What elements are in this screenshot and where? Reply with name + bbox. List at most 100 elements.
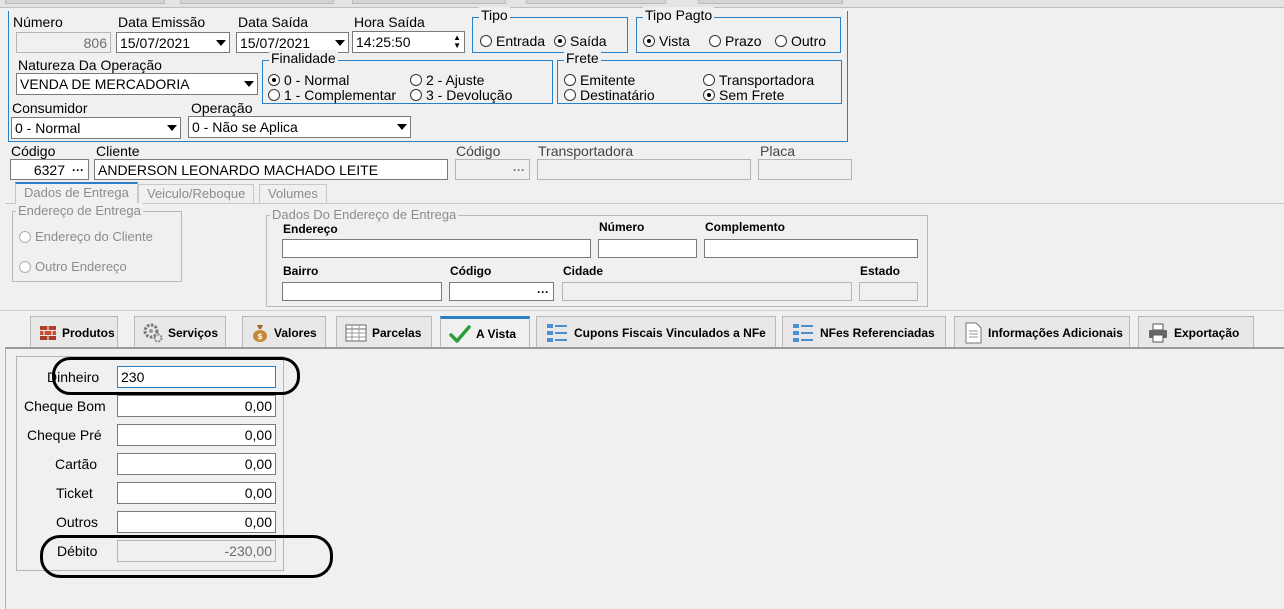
tipo-pagto-title: Tipo Pagto <box>643 7 715 23</box>
chevron-down-icon[interactable] <box>212 33 229 52</box>
endereco-field[interactable] <box>282 239 591 258</box>
tipo-saida-label: Saída <box>570 33 607 49</box>
gears-icon <box>143 323 163 342</box>
outro-endereco-label: Outro Endereço <box>35 259 127 274</box>
grid-icon <box>345 324 367 341</box>
tab-veiculo-reboque[interactable]: Veiculo/Reboque <box>138 184 255 203</box>
cliente-field[interactable]: ANDERSON LEONARDO MACHADO LEITE <box>94 159 448 180</box>
finalidade-ajuste-radio[interactable]: 2 - Ajuste <box>410 72 484 88</box>
numero-endereco-field[interactable] <box>598 239 697 258</box>
natureza-select[interactable]: VENDA DE MERCADORIA <box>16 73 258 95</box>
cliente-label: Cliente <box>96 143 140 159</box>
codigo-cidade-field[interactable]: ··· <box>449 282 554 301</box>
tab-nfes-referenciadas[interactable]: NFes Referenciadas <box>782 316 946 348</box>
numero-field: 806 <box>16 32 111 53</box>
annotation-oval-debito <box>40 535 333 578</box>
operacao-label: Operação <box>191 100 253 116</box>
toolbar-button[interactable] <box>698 0 843 4</box>
endereco-cliente-label: Endereço do Cliente <box>35 229 153 244</box>
radio-icon <box>775 35 787 47</box>
chevron-down-icon[interactable] <box>163 118 180 138</box>
cheque-pre-field[interactable]: 0,00 <box>117 424 276 446</box>
toolbar-button[interactable] <box>180 0 334 4</box>
tipo-title: Tipo <box>479 7 510 23</box>
finalidade-complementar-label: 1 - Complementar <box>284 87 397 103</box>
outros-field[interactable]: 0,00 <box>117 511 276 533</box>
radio-icon <box>268 74 280 86</box>
hora-saida-spinner[interactable]: 14:25:50 ▲ ▼ <box>352 31 465 53</box>
tab-parcelas-label: Parcelas <box>372 325 422 340</box>
tab-a-vista-label: A Vista <box>476 326 517 341</box>
tipo-pagto-prazo-label: Prazo <box>725 33 762 49</box>
tab-a-vista[interactable]: A Vista <box>440 316 530 348</box>
complemento-label: Complemento <box>705 220 786 234</box>
tab-produtos[interactable]: Produtos <box>30 316 118 348</box>
toolbar-button[interactable] <box>352 0 506 4</box>
tab-informacoes-adicionais[interactable]: Informações Adicionais <box>954 316 1130 348</box>
endereco-cliente-radio[interactable]: Endereço do Cliente <box>19 229 153 244</box>
frete-sem-frete-radio[interactable]: Sem Frete <box>703 87 784 103</box>
finalidade-ajuste-label: 2 - Ajuste <box>426 72 485 88</box>
codigo-cliente-field[interactable]: 6327 ··· <box>10 159 89 180</box>
tab-cupons-fiscais[interactable]: Cupons Fiscais Vinculados a NFe <box>536 316 776 348</box>
tipo-pagto-vista-radio[interactable]: Vista <box>643 33 690 49</box>
outro-endereco-radio[interactable]: Outro Endereço <box>19 259 127 274</box>
dados-endereco-title: Dados Do Endereço de Entrega <box>270 207 459 222</box>
bairro-field[interactable] <box>282 282 442 301</box>
complemento-field[interactable] <box>704 239 918 258</box>
finalidade-complementar-radio[interactable]: 1 - Complementar <box>268 87 396 103</box>
frete-destinatario-radio[interactable]: Destinatário <box>564 87 655 103</box>
radio-icon <box>410 89 422 101</box>
tipo-saida-radio[interactable]: Saída <box>554 33 607 49</box>
frete-transportadora-radio[interactable]: Transportadora <box>703 72 814 88</box>
placa-field <box>758 159 852 180</box>
endereco-entrega-title: Endereço de Entrega <box>16 203 143 218</box>
tab-produtos-label: Produtos <box>62 325 115 340</box>
chevron-down-icon[interactable] <box>240 74 257 94</box>
tipo-entrada-radio[interactable]: Entrada <box>480 33 545 49</box>
operacao-value: 0 - Não se Aplica <box>192 119 298 135</box>
frete-emitente-radio[interactable]: Emitente <box>564 72 635 88</box>
tab-dados-de-entrega[interactable]: Dados de Entrega <box>15 182 138 204</box>
cartao-field[interactable]: 0,00 <box>117 453 276 475</box>
lookup-ellipsis-icon[interactable]: ··· <box>68 160 88 179</box>
cartao-label: Cartão <box>55 456 98 472</box>
toolbar-button[interactable] <box>5 0 165 4</box>
operacao-select[interactable]: 0 - Não se Aplica <box>188 116 411 138</box>
data-saida-value: 15/07/2021 <box>240 35 311 51</box>
lookup-ellipsis-icon[interactable]: ··· <box>533 283 553 300</box>
cidade-label: Cidade <box>563 264 604 278</box>
data-emissao-picker[interactable]: 15/07/2021 <box>116 32 230 53</box>
natureza-value: VENDA DE MERCADORIA <box>20 76 190 92</box>
tab-nfes-referenciadas-label: NFes Referenciadas <box>820 325 935 340</box>
tab-parcelas[interactable]: Parcelas <box>336 316 432 348</box>
tab-volumes[interactable]: Volumes <box>259 184 327 203</box>
transportadora-label: Transportadora <box>538 143 634 159</box>
tipo-pagto-outro-radio[interactable]: Outro <box>775 33 826 49</box>
numero-label: Número <box>13 14 63 30</box>
finalidade-devolucao-radio[interactable]: 3 - Devolução <box>410 87 512 103</box>
numero-endereco-label: Número <box>599 220 645 234</box>
spinner-arrows-icon[interactable]: ▲ ▼ <box>453 34 461 50</box>
document-icon <box>965 322 982 343</box>
ticket-field[interactable]: 0,00 <box>117 482 276 504</box>
tab-servicos[interactable]: Serviços <box>134 316 226 348</box>
estado-label: Estado <box>860 264 901 278</box>
radio-icon <box>554 35 566 47</box>
money-bag-icon: $ <box>253 324 267 342</box>
tipo-pagto-prazo-radio[interactable]: Prazo <box>709 33 762 49</box>
frete-destinatario-label: Destinatário <box>580 87 655 103</box>
finalidade-normal-radio[interactable]: 0 - Normal <box>268 72 349 88</box>
consumidor-value: 0 - Normal <box>15 120 81 136</box>
cheque-bom-label: Cheque Bom <box>24 398 106 414</box>
cheque-bom-field[interactable]: 0,00 <box>117 395 276 417</box>
cidade-field <box>562 282 852 301</box>
radio-icon <box>268 89 280 101</box>
frete-transportadora-label: Transportadora <box>719 72 815 88</box>
chevron-down-icon[interactable] <box>393 117 410 137</box>
tab-exportacao[interactable]: Exportação <box>1138 316 1254 348</box>
toolbar-button[interactable] <box>526 0 666 4</box>
tab-valores[interactable]: $ Valores <box>242 316 326 348</box>
consumidor-select[interactable]: 0 - Normal <box>11 117 181 139</box>
codigo-transportadora-label: Código <box>456 143 501 159</box>
